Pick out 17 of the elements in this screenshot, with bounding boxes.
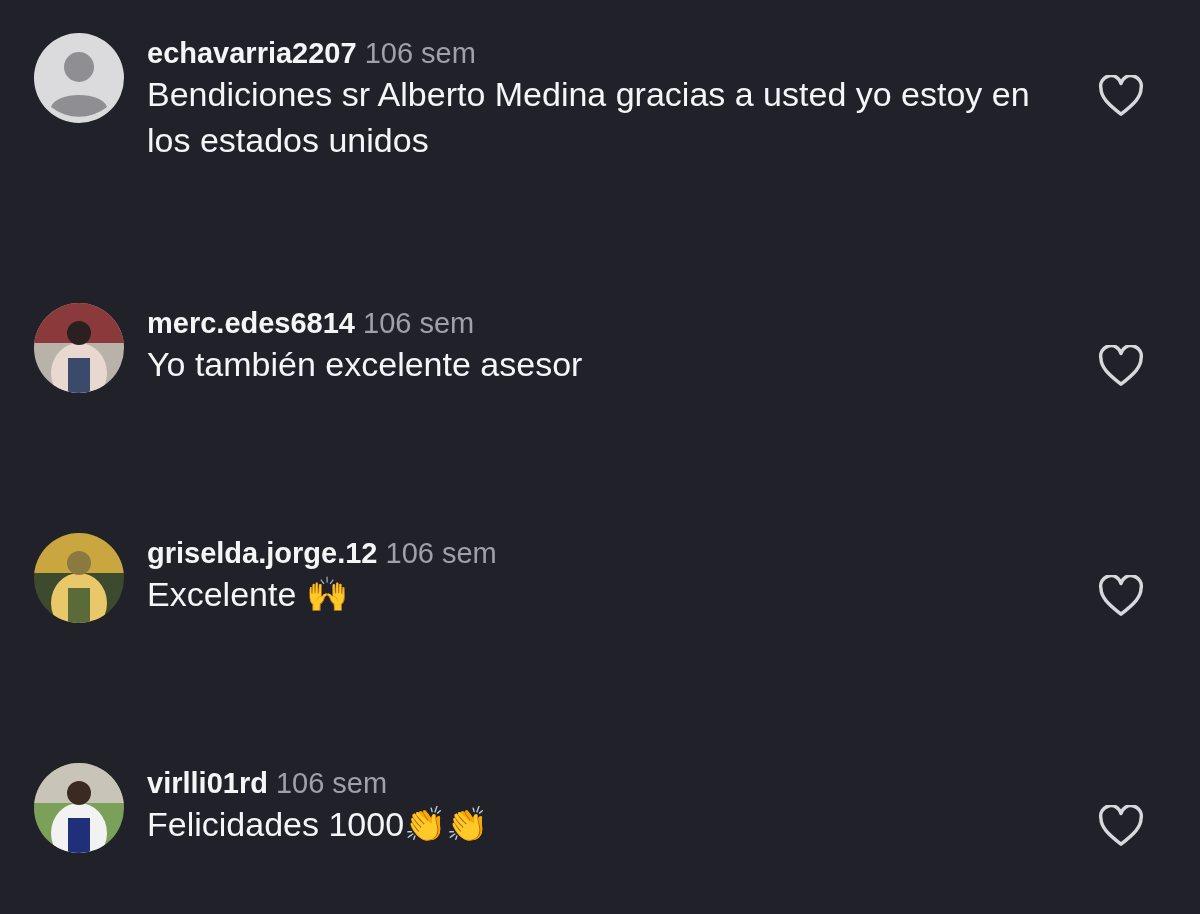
comment-time: 106 sem (385, 536, 497, 571)
comment-time: 106 sem (364, 36, 476, 71)
comment-time: 106 sem (275, 766, 388, 801)
comment-text: Excelente 🙌 (147, 574, 349, 615)
comment-text: Felicidades 1000👏👏 (147, 804, 490, 845)
username[interactable]: griselda.jorge.12 (147, 535, 378, 571)
username[interactable]: merc.edes6814 (147, 305, 355, 341)
comment-text: Yo también excelente asesor (147, 344, 584, 385)
heart-icon[interactable] (1098, 345, 1144, 387)
comment-time: 106 sem (363, 306, 475, 341)
username[interactable]: virlli01rd (147, 765, 268, 801)
heart-icon[interactable] (1098, 75, 1144, 117)
heart-icon[interactable] (1098, 575, 1144, 617)
username[interactable]: echavarria2207 (147, 35, 357, 71)
default-avatar-icon (34, 33, 124, 123)
comment-text: Bendiciones sr Alberto Medina gracias a usted yo estoy en los estados unidos (147, 74, 1031, 161)
heart-icon[interactable] (1098, 805, 1144, 847)
